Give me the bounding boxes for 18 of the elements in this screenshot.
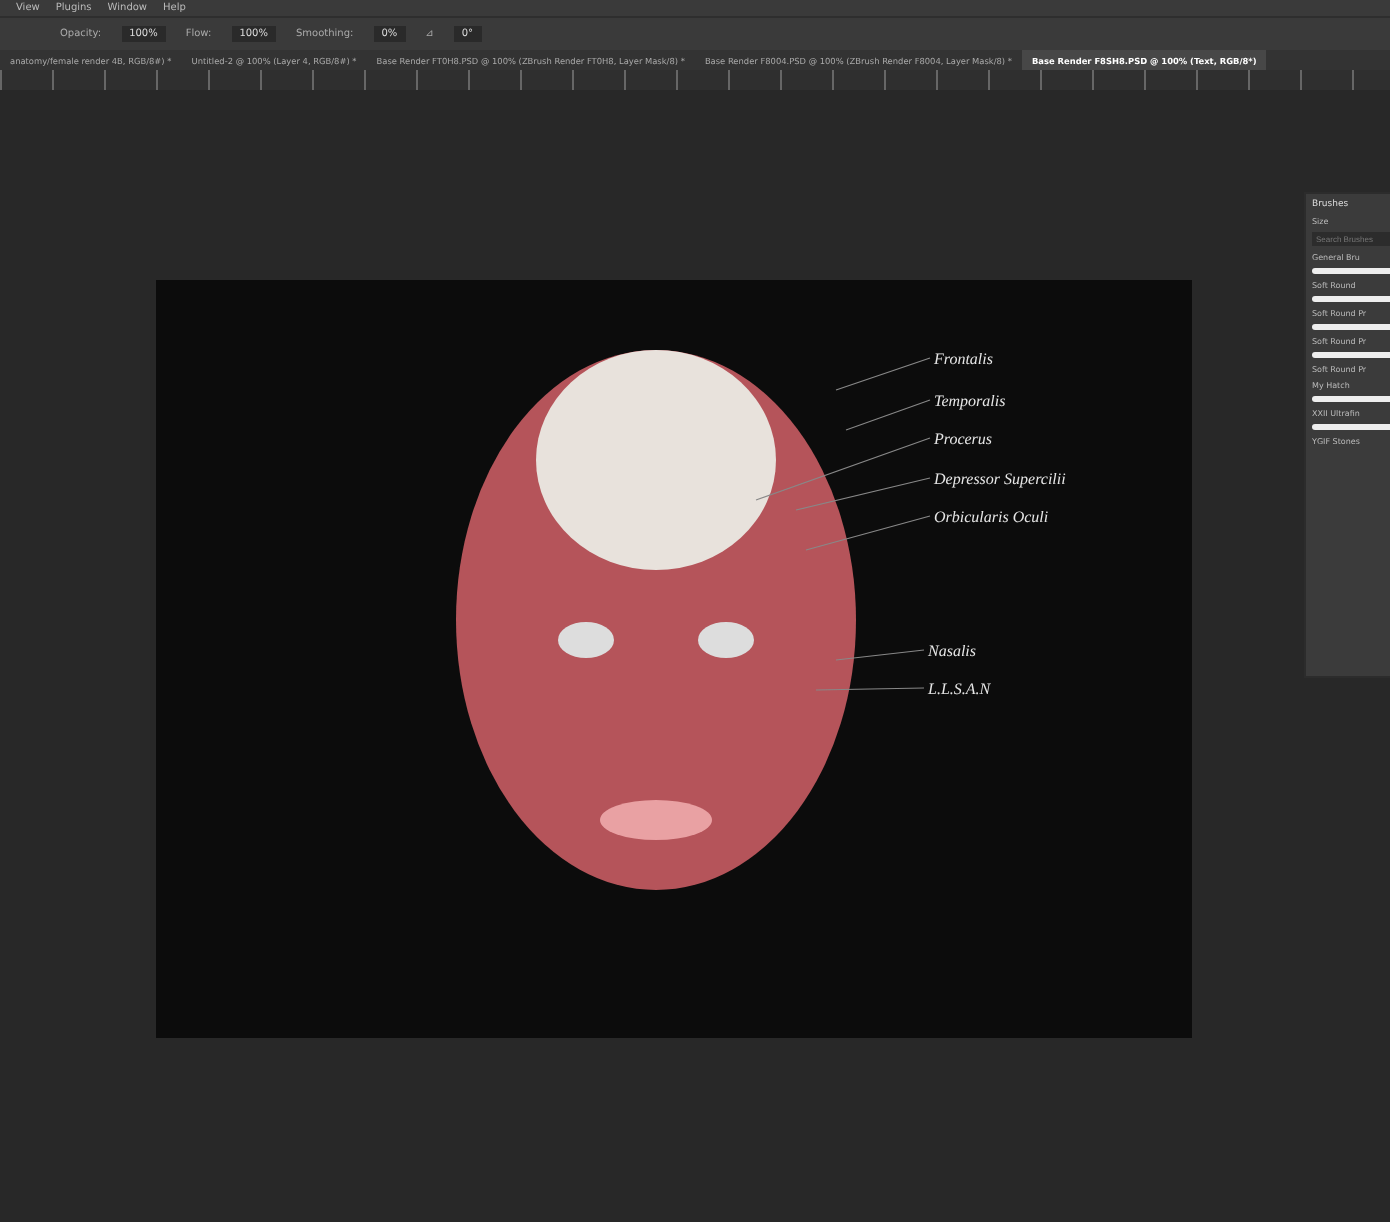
- muscle-label: Depressor Supercilii: [934, 470, 1066, 488]
- brush-stroke-preview: [1312, 352, 1390, 358]
- brush-stroke-preview: [1312, 296, 1390, 302]
- muscle-label: Frontalis: [934, 350, 993, 368]
- leader-line: [816, 688, 924, 690]
- brush-stroke-preview: [1312, 396, 1390, 402]
- muscle-label: Orbicularis Oculi: [934, 508, 1049, 526]
- leader-line: [836, 358, 930, 390]
- leader-line: [806, 516, 930, 550]
- leader-line: [846, 400, 930, 430]
- muscle-label: Temporalis: [934, 392, 1006, 410]
- brush-stroke-preview: [1312, 268, 1390, 274]
- muscle-label: L.L.S.A.N: [928, 680, 991, 698]
- muscle-label: Nasalis: [928, 642, 977, 660]
- muscle-label: Procerus: [934, 430, 993, 448]
- brush-stroke-preview: [1312, 324, 1390, 330]
- leader-line: [836, 650, 924, 660]
- brush-stroke-preview: [1312, 424, 1390, 430]
